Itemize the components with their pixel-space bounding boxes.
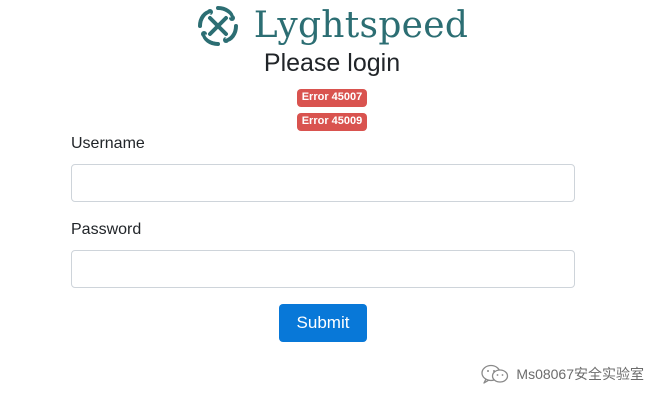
error-list: Error 45007 Error 45009 (0, 89, 664, 131)
login-page: Lyghtspeed Please login Error 45007 Erro… (0, 0, 664, 403)
submit-row: Submit (71, 304, 575, 342)
password-label: Password (71, 221, 142, 238)
password-group: Password (71, 219, 575, 288)
password-input[interactable] (71, 250, 575, 288)
brand-name: Lyghtspeed (253, 5, 469, 46)
watermark-text: Ms08067安全实验室 (516, 366, 644, 382)
submit-button[interactable]: Submit (279, 304, 367, 342)
knot-logo-icon (197, 6, 238, 46)
page-title: Please login (263, 49, 401, 77)
login-form: Username Password Submit (71, 133, 575, 342)
wechat-icon (481, 364, 509, 384)
username-input[interactable] (71, 164, 575, 202)
watermark: Ms08067安全实验室 (480, 364, 644, 384)
error-badge: Error 45007 (296, 89, 368, 107)
username-label: Username (71, 135, 145, 152)
username-group: Username (71, 133, 575, 202)
error-badge: Error 45009 (296, 113, 368, 131)
brand-header: Lyghtspeed (0, 4, 664, 48)
